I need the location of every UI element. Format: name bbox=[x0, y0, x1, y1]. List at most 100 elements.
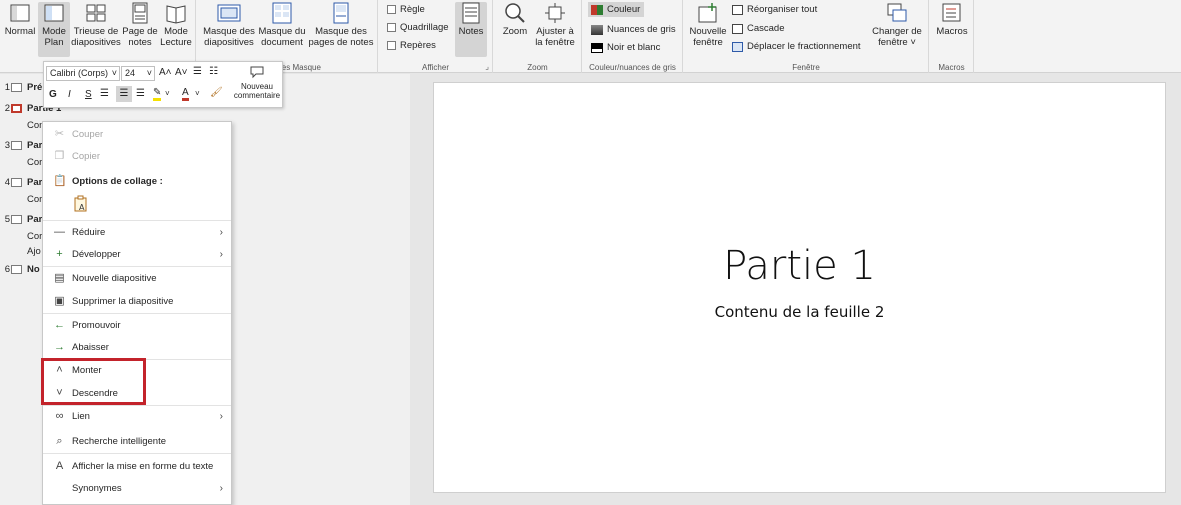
grayscale-icon bbox=[591, 24, 603, 35]
normal-view-button[interactable]: Normal bbox=[3, 2, 37, 37]
slide-icon bbox=[11, 141, 22, 150]
notes-button[interactable]: Notes bbox=[455, 2, 487, 57]
arrow-right-icon: → bbox=[54, 340, 65, 353]
slide-subtitle[interactable]: Contenu de la feuille 2 bbox=[434, 303, 1165, 321]
chevron-down-icon[interactable]: ˅ bbox=[165, 89, 170, 98]
align-center-icon[interactable]: ☰ bbox=[116, 86, 132, 102]
dialog-launcher-icon[interactable]: ⌟ bbox=[485, 62, 489, 71]
fit-window-icon bbox=[545, 3, 565, 23]
slide-master-icon bbox=[217, 4, 241, 22]
chevron-down-icon: ˅ bbox=[146, 68, 152, 78]
couleur-button[interactable]: Couleur bbox=[588, 2, 645, 17]
menu-item-afficher-mise-en-forme[interactable]: A Afficher la mise en forme du texte bbox=[43, 455, 231, 477]
shrink-font-icon[interactable]: A˅ bbox=[175, 67, 188, 78]
paste-icon: 📋 bbox=[53, 174, 67, 187]
ajuster-fenetre-button[interactable]: Ajuster à la fenêtre bbox=[532, 2, 578, 48]
menu-item-recherche-intelligente[interactable]: ⌕ Recherche intelligente bbox=[43, 430, 231, 452]
group-label-show: Afficher bbox=[422, 63, 449, 72]
trieuse-button[interactable]: Trieuse de diapositives bbox=[71, 2, 121, 48]
menu-item-copier[interactable]: ❐ Copier bbox=[43, 145, 231, 167]
numbering-icon[interactable]: ☷ bbox=[209, 66, 218, 77]
link-icon: ∞ bbox=[55, 409, 64, 422]
shadow-button[interactable]: S bbox=[85, 89, 92, 100]
chevron-right-icon: › bbox=[219, 226, 223, 238]
regle-checkbox[interactable]: Règle bbox=[387, 4, 425, 15]
mini-toolbar: Calibri (Corps) ˅ 24 ˅ A˄ A˅ ☰ ☷ G I S ☰ ☰… bbox=[43, 61, 283, 108]
nuances-gris-button[interactable]: Nuances de gris bbox=[591, 24, 676, 35]
arrange-all-icon bbox=[732, 4, 743, 15]
menu-item-couper[interactable]: ✂ Couper bbox=[43, 123, 231, 145]
page-notes-button[interactable]: Page de notes bbox=[122, 2, 158, 48]
notes-page-icon bbox=[132, 2, 148, 24]
reorganiser-tout-button[interactable]: Réorganiser tout bbox=[732, 4, 817, 15]
new-window-icon bbox=[698, 3, 717, 23]
menu-item-abaisser[interactable]: → Abaisser bbox=[43, 336, 231, 358]
slide-canvas[interactable]: Partie 1 Contenu de la feuille 2 bbox=[433, 82, 1166, 493]
macros-button[interactable]: Macros bbox=[934, 2, 970, 37]
slide-icon bbox=[11, 104, 22, 113]
menu-item-lien[interactable]: ∞ Lien › bbox=[43, 405, 231, 427]
grow-font-icon[interactable]: A˄ bbox=[159, 67, 172, 78]
outline-view-icon bbox=[44, 4, 64, 22]
new-slide-icon: ▤ bbox=[54, 271, 65, 284]
nouvelle-fenetre-button[interactable]: Nouvelle fenêtre bbox=[688, 2, 728, 48]
group-label-color: Couleur/nuances de gris bbox=[589, 63, 676, 72]
font-size-field[interactable]: 24 ˅ bbox=[121, 66, 155, 81]
notes-master-icon bbox=[333, 2, 349, 24]
comment-icon bbox=[250, 66, 264, 79]
search-icon: ⌕ bbox=[56, 434, 63, 447]
quadrillage-checkbox[interactable]: Quadrillage bbox=[387, 22, 449, 33]
font-name-field[interactable]: Calibri (Corps) ˅ bbox=[46, 66, 120, 81]
masque-pages-notes-button[interactable]: Masque des pages de notes bbox=[307, 2, 375, 48]
reading-view-icon bbox=[166, 5, 186, 24]
minus-icon: — bbox=[54, 225, 65, 238]
highlight-color-icon[interactable]: ✎ bbox=[153, 87, 162, 101]
mode-lecture-button[interactable]: Mode Lecture bbox=[158, 2, 194, 48]
format-painter-icon[interactable]: 🖌 bbox=[210, 87, 223, 98]
menu-item-promouvoir[interactable]: ← Promouvoir bbox=[43, 314, 231, 336]
slide-icon bbox=[11, 83, 22, 92]
paste-keep-text-icon[interactable]: A bbox=[73, 195, 89, 213]
mode-plan-button[interactable]: Mode Plan bbox=[38, 2, 70, 57]
cascade-icon bbox=[732, 23, 743, 34]
svg-text:A: A bbox=[79, 203, 85, 212]
menu-item-reduire[interactable]: — Réduire › bbox=[43, 221, 231, 243]
masque-document-button[interactable]: Masque du document bbox=[258, 2, 306, 48]
chevron-right-icon: › bbox=[219, 410, 223, 422]
normal-view-icon bbox=[10, 4, 30, 22]
slide-icon bbox=[11, 178, 22, 187]
context-menu: ✂ Couper ❐ Copier 📋 Options de collage :… bbox=[42, 121, 232, 505]
menu-item-developper[interactable]: + Développer › bbox=[43, 243, 231, 265]
checkbox-icon bbox=[387, 5, 396, 14]
deplacer-fractionnement-button[interactable]: Déplacer le fractionnement bbox=[732, 41, 861, 52]
menu-item-nouvelle-diapositive[interactable]: ▤ Nouvelle diapositive bbox=[43, 267, 231, 289]
black-white-icon bbox=[591, 42, 603, 53]
bold-button[interactable]: G bbox=[49, 89, 57, 100]
reperes-checkbox[interactable]: Repères bbox=[387, 40, 436, 51]
text-format-icon: A bbox=[55, 459, 64, 472]
menu-item-synonymes[interactable]: Synonymes › bbox=[43, 477, 231, 499]
group-window: Nouvelle fenêtre Réorganiser tout Cascad… bbox=[684, 0, 929, 73]
highlight-box bbox=[41, 358, 146, 405]
slide-sorter-icon bbox=[86, 4, 106, 22]
bullets-icon[interactable]: ☰ bbox=[193, 66, 202, 77]
copy-icon: ❐ bbox=[54, 149, 65, 162]
italic-button[interactable]: I bbox=[68, 89, 71, 100]
group-label-zoom: Zoom bbox=[527, 63, 548, 72]
zoom-button[interactable]: Zoom bbox=[500, 2, 530, 37]
slide-title[interactable]: Partie 1 bbox=[434, 243, 1165, 289]
nouveau-commentaire-button[interactable]: Nouveau commentaire bbox=[232, 65, 282, 100]
changer-fenetre-button[interactable]: Changer de fenêtre ˅ bbox=[870, 2, 924, 48]
noir-blanc-button[interactable]: Noir et blanc bbox=[591, 42, 660, 53]
group-macros: Macros Macros bbox=[930, 0, 974, 73]
align-right-icon[interactable]: ☰ bbox=[136, 88, 145, 99]
checkbox-icon bbox=[387, 41, 396, 50]
menu-item-supprimer-diapositive[interactable]: ▣ Supprimer la diapositive bbox=[43, 290, 231, 312]
font-color-icon[interactable]: A bbox=[182, 87, 189, 101]
scissors-icon: ✂ bbox=[54, 127, 65, 140]
menu-separator bbox=[43, 453, 231, 454]
masque-diapositives-button[interactable]: Masque des diapositives bbox=[201, 2, 257, 48]
chevron-down-icon[interactable]: ˅ bbox=[195, 89, 200, 98]
cascade-button[interactable]: Cascade bbox=[732, 23, 785, 34]
align-left-icon[interactable]: ☰ bbox=[100, 88, 109, 99]
